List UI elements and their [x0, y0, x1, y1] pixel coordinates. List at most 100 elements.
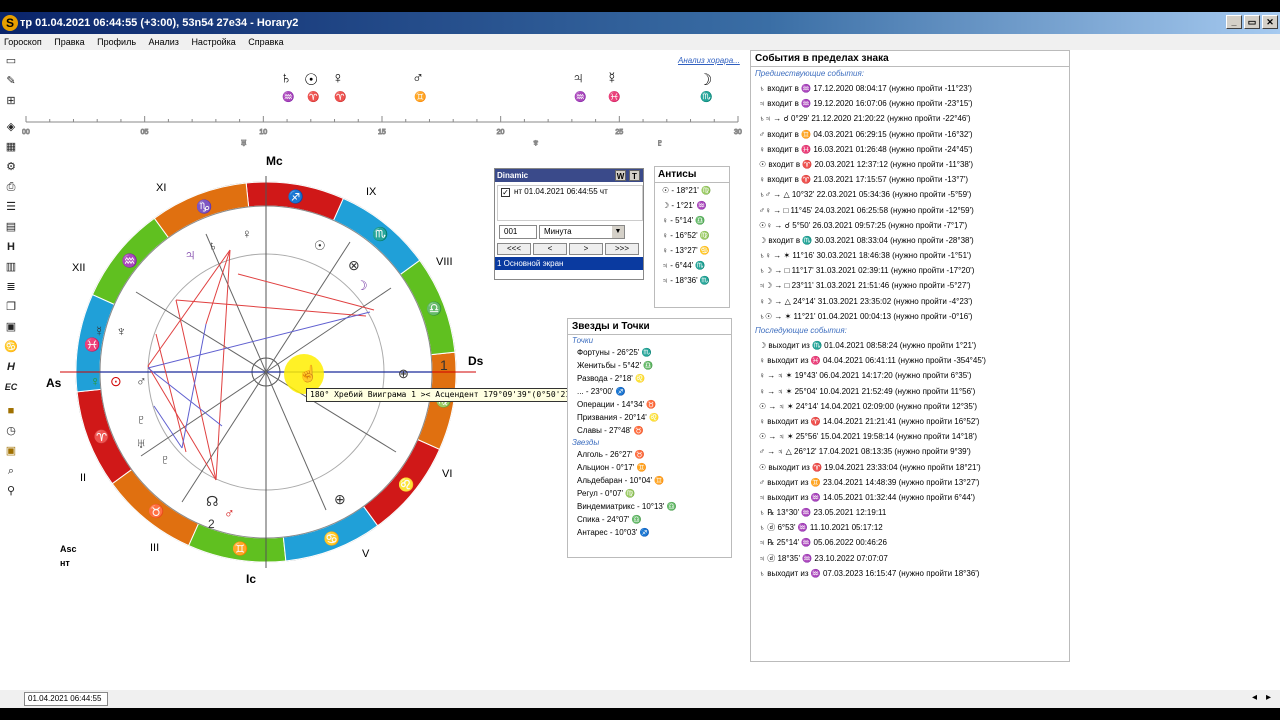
unit-select[interactable]: Минута ▼: [539, 225, 625, 239]
print-icon[interactable]: ⎙: [4, 180, 18, 194]
antis-item: ☽ - 1°21' ♒: [662, 201, 707, 210]
antis-item: ♀ - 13°27' ♋: [662, 246, 710, 255]
star-item: Антарес - 10°03' ♐: [577, 528, 650, 537]
step-input[interactable]: 001: [499, 225, 537, 239]
house-vi: VI: [442, 468, 453, 480]
new-icon[interactable]: ▭: [4, 54, 18, 68]
antis-item: ♀ - 16°52' ♍: [662, 231, 710, 240]
minimize-button[interactable]: _: [1226, 15, 1242, 29]
ruler-tick-label: 25: [615, 129, 623, 136]
zodiac-sign-glyph: ♈: [94, 429, 110, 444]
table-icon[interactable]: ▦: [4, 140, 18, 154]
svg-text:♃: ♃: [184, 247, 196, 264]
asc-sub-label: нт: [60, 558, 70, 568]
edit-icon[interactable]: ✎: [4, 74, 18, 88]
ruler-tick-label: 10: [259, 129, 267, 136]
page-icon[interactable]: ▥: [4, 260, 18, 274]
image-icon[interactable]: ▣: [4, 320, 18, 334]
svg-text:♆: ♆: [116, 323, 127, 339]
ruler-tick-label: 05: [141, 129, 149, 136]
event-item: ♄ выходит из ♒ 07.03.2023 16:15:47 (нужн…: [759, 568, 980, 578]
menu-settings[interactable]: Настройка: [191, 37, 235, 47]
menu-profile[interactable]: Профиль: [97, 37, 136, 47]
dynamic-w-button[interactable]: W: [615, 170, 626, 181]
aspect-tooltip: 180° Хребий Вииграма 1 >< Асцендент 179°…: [306, 388, 584, 402]
menu-help[interactable]: Справка: [248, 37, 283, 47]
stars-title: Звезды и Точки: [568, 319, 731, 335]
zoom-out-icon[interactable]: ⚲: [4, 484, 18, 498]
svg-text:♂: ♂: [224, 505, 235, 521]
chart-tab[interactable]: 01.04.2021 06:44:55: [24, 692, 108, 706]
zodiac-sign-glyph: ♐: [288, 189, 304, 204]
event-item: ♃ выходит из ♒ 14.05.2021 01:32:44 (нужн…: [759, 492, 976, 502]
ruler-planet-glyph: ♇: [656, 138, 664, 149]
menu-horoscope[interactable]: Гороскоп: [4, 37, 42, 47]
event-item: ♃ ℞ 25°14' ♒ 05.06.2022 00:46:26: [759, 538, 887, 548]
event-item: ☽ входит в ♏ 30.03.2021 08:33:04 (нужно …: [759, 235, 974, 245]
ec-icon[interactable]: EC: [4, 380, 18, 394]
clock-icon[interactable]: ◷: [4, 424, 18, 438]
point-item: ... - 23°00' ♐: [577, 387, 626, 396]
event-item: ♀ → ♃ ✶ 19°43' 06.04.2021 14:17:20 (нужн…: [759, 371, 972, 381]
event-item: ♄☽ → □ 11°17' 31.03.2021 02:39:11 (нужно…: [759, 266, 975, 276]
list-icon[interactable]: ☰: [4, 200, 18, 214]
menu-analysis[interactable]: Анализ: [149, 37, 179, 47]
picture-icon[interactable]: ▣: [4, 444, 18, 458]
zoom-in-icon[interactable]: ⌕: [4, 464, 18, 478]
status-bar: 01.04.2021 06:44:55 ◂ ▸: [0, 690, 1280, 708]
grid-icon[interactable]: ▤: [4, 220, 18, 234]
event-item: ♂ выходит из ♊ 23.04.2021 14:48:39 (нужн…: [759, 477, 980, 487]
title-bar: S тр 01.04.2021 06:44:55 (+3:00), 53n54 …: [0, 12, 1280, 34]
event-item: ☽ выходит из ♏ 01.04.2021 08:58:24 (нужн…: [759, 341, 977, 350]
house-v: V: [362, 548, 370, 560]
h-italic-icon[interactable]: H: [4, 360, 18, 374]
menu-edit[interactable]: Правка: [54, 37, 84, 47]
house-viii: VIII: [436, 256, 453, 268]
ds-label: Ds: [468, 354, 484, 368]
event-item: ☉ → ♃ ✶ 25°56' 15.04.2021 19:58:14 (нужн…: [759, 432, 977, 442]
svg-text:☉: ☉: [314, 238, 326, 253]
scroll-left-button[interactable]: ◂: [1252, 692, 1257, 703]
close-button[interactable]: ✕: [1262, 15, 1278, 29]
maximize-button[interactable]: ▭: [1244, 15, 1260, 29]
star-item: Алголь - 26°27' ♉: [577, 450, 645, 459]
settings-icon[interactable]: ⚙: [4, 160, 18, 174]
events-panel: События в пределах знака Предшествующие …: [750, 50, 1070, 662]
ruler-tick-label: 30: [734, 129, 742, 136]
nav-first-button[interactable]: <<<: [497, 243, 531, 255]
dynamic-header: Dinamic W T: [495, 169, 643, 182]
scroll-right-button[interactable]: ▸: [1266, 692, 1271, 703]
dynamic-checkbox[interactable]: ✓: [501, 188, 510, 197]
event-item: ♀ входит в ♓ 16.03.2021 01:26:48 (нужно …: [759, 144, 973, 154]
nav-next-button[interactable]: >: [569, 243, 603, 255]
h-icon[interactable]: H: [4, 240, 18, 254]
ruler-planet-glyph: ♆: [532, 138, 540, 149]
asc-label: Asc: [60, 544, 77, 554]
symbol-icon[interactable]: ♋: [4, 340, 18, 354]
point-item: Фортуны - 26°25' ♏: [577, 348, 652, 357]
chart-icon[interactable]: ◈: [4, 120, 18, 134]
screen-item[interactable]: 1 Основной экран: [495, 257, 643, 270]
svg-text:☿: ☿: [94, 323, 105, 339]
stars-label: Звезды: [572, 438, 600, 447]
copy-icon[interactable]: ❐: [4, 300, 18, 314]
antis-title: Антисы: [655, 167, 729, 183]
svg-text:♇: ♇: [160, 451, 171, 467]
horoscope-canvas[interactable]: Анализ хорара... ♄ ♒ ☉ ♈ ♀ ♈ ♂ ♊ ♃ ♒ ☿ ♓…: [22, 50, 750, 690]
nav-prev-button[interactable]: <: [533, 243, 567, 255]
chevron-down-icon[interactable]: ▼: [612, 226, 624, 238]
event-item: ♄☉ → ✶ 11°21' 01.04.2021 00:04:13 (нужно…: [759, 311, 973, 321]
add-icon[interactable]: ⊞: [4, 94, 18, 108]
dynamic-datetime-row[interactable]: ✓ нт 01.04.2021 06:44:55 чт: [497, 185, 643, 221]
list2-icon[interactable]: ≣: [4, 280, 18, 294]
events-title: События в пределах знака: [751, 51, 1069, 67]
antis-item: ♃ - 18°36' ♏: [662, 276, 710, 285]
event-item: ♄ ℞ 13°30' ♒ 23.05.2021 12:19:11: [759, 508, 887, 518]
dynamic-datetime: нт 01.04.2021 06:44:55 чт: [514, 187, 608, 196]
box-icon[interactable]: ■: [4, 404, 18, 418]
antis-item: ♀ - 5°14' ♎: [662, 216, 706, 225]
next-events-list: ☽ выходит из ♏ 01.04.2021 08:58:24 (нужн…: [751, 338, 1069, 581]
svg-text:⊕: ⊕: [334, 491, 346, 507]
dynamic-t-button[interactable]: T: [629, 170, 640, 181]
nav-last-button[interactable]: >>>: [605, 243, 639, 255]
